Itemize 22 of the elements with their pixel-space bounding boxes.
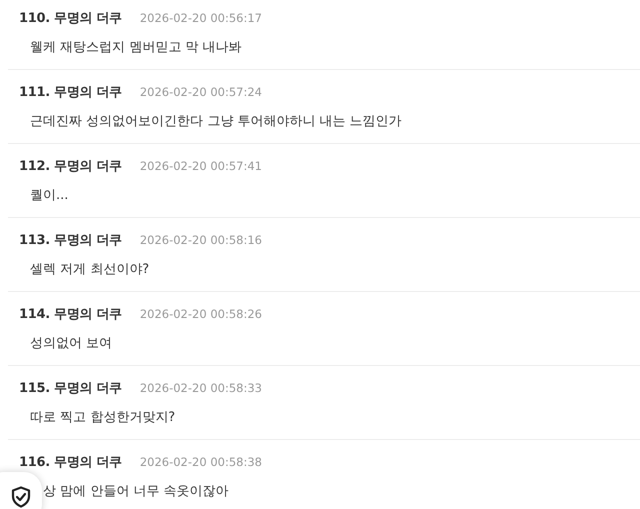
comment-text: 웰케 재탕스럽지 멤버믿고 막 내나봐 [29, 39, 243, 57]
comment-author: 115. 무명의 더쿠 [19, 380, 122, 397]
comment-time: 2026-02-20 00:57:41 [140, 159, 262, 173]
comment-text: 따로 찍고 합성한거맞지? [29, 409, 176, 427]
comment-author: 112. 무명의 더쿠 [19, 158, 122, 175]
comment-time: 2026-02-20 00:56:17 [140, 11, 262, 25]
comment-author: 116. 무명의 더쿠 [19, 454, 122, 471]
comment-text: 퀄이... [29, 187, 70, 205]
comment-text: 성의없어 보여 [29, 335, 114, 353]
comment-time: 2026-02-20 00:58:26 [140, 307, 262, 321]
comment-text: 상 맘에 안들어 너무 속옷이잖아 [43, 483, 230, 501]
comment-text: 셀렉 저게 최선이야? [29, 261, 150, 279]
comment-author: 113. 무명의 더쿠 [19, 232, 122, 249]
comment-author: 110. 무명의 더쿠 [19, 10, 122, 27]
comment-time: 2026-02-20 00:57:24 [140, 85, 262, 99]
shield-check-icon [11, 486, 31, 508]
comment-author: 111. 무명의 더쿠 [19, 84, 122, 101]
comment-text: 근데진짜 성의없어보이긴한다 그냥 투어해야하니 내는 느낌인가 [29, 113, 403, 131]
comment-time: 2026-02-20 00:58:16 [140, 233, 262, 247]
comment-time: 2026-02-20 00:58:38 [140, 455, 262, 469]
comment-time: 2026-02-20 00:58:33 [140, 381, 262, 395]
comment-author: 114. 무명의 더쿠 [19, 306, 122, 323]
